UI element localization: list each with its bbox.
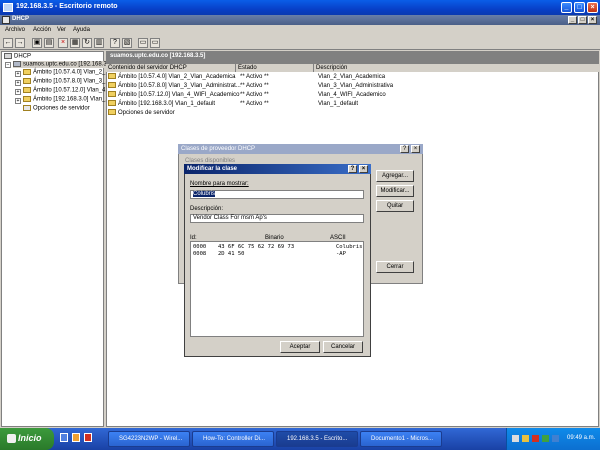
help-icon[interactable]: ?: [348, 165, 357, 173]
options-icon: [23, 105, 31, 111]
maximize-button[interactable]: □: [574, 2, 585, 13]
folder-icon: [108, 82, 116, 88]
system-tray: 09:49 a.m.: [506, 428, 600, 450]
accept-button[interactable]: Aceptar: [280, 341, 320, 353]
dhcp-app-icon: [2, 16, 10, 24]
tree-scope-4[interactable]: Ámbito [192.168.3.0] Vlan_1...: [23, 96, 114, 103]
menu-archivo[interactable]: Archivo: [5, 27, 25, 33]
show-tree-icon[interactable]: ▤: [44, 38, 54, 48]
folder-icon: [23, 96, 31, 102]
task-button[interactable]: SG4223N2WP - Wirel...: [108, 431, 190, 447]
tray-icon[interactable]: [552, 435, 559, 442]
dhcp-root-icon: [4, 53, 12, 59]
export-icon[interactable]: ▥: [94, 38, 104, 48]
help-icon[interactable]: ?: [400, 145, 409, 153]
refresh-icon[interactable]: ↻: [82, 38, 92, 48]
remove-button[interactable]: Quitar: [376, 200, 414, 212]
dhcp-title: DHCP: [12, 16, 30, 22]
dhcp-close-button[interactable]: ×: [588, 16, 597, 24]
minimize-button[interactable]: _: [561, 2, 572, 13]
folder-icon: [108, 100, 116, 106]
ie-icon[interactable]: [60, 433, 68, 442]
close-icon[interactable]: ×: [411, 145, 420, 153]
network-icon[interactable]: [512, 435, 519, 442]
expand-icon[interactable]: +: [15, 98, 21, 104]
description-label: Descripción:: [190, 206, 224, 212]
alert-icon[interactable]: [532, 435, 539, 442]
tree-scope-2[interactable]: Ámbito [10.57.8.0] Vlan_3_...: [23, 78, 110, 85]
dhcp-titlebar: DHCP _ □ ×: [0, 15, 600, 25]
menu-accion[interactable]: Acción: [33, 27, 51, 33]
collapse-icon[interactable]: −: [5, 62, 11, 68]
back-icon[interactable]: ←: [3, 38, 13, 48]
clock: 09:49 a.m.: [567, 435, 596, 441]
modify-button[interactable]: Modificar...: [376, 185, 414, 197]
server-icon[interactable]: ▭: [138, 38, 148, 48]
expand-icon[interactable]: +: [15, 89, 21, 95]
task-button-active[interactable]: 192.168.3.5 - Escrito...: [276, 431, 358, 447]
remote-desktop-title: 192.168.3.5 - Escritorio remoto: [16, 3, 118, 10]
tree-server[interactable]: suamos.uptc.edu.co [192.168.3...: [13, 61, 112, 68]
close-button[interactable]: ×: [587, 2, 598, 13]
folder-icon: [23, 78, 31, 84]
column-header-content[interactable]: Contenido del servidor DHCP: [106, 64, 236, 72]
tree-pane[interactable]: DHCP − suamos.uptc.edu.co [192.168.3... …: [1, 51, 114, 427]
folder-icon: [23, 69, 31, 75]
start-button[interactable]: Inicio: [0, 428, 54, 450]
task-button[interactable]: Documento1 - Micros...: [360, 431, 442, 447]
toolbar: ← → ▣ ▤ × ▦ ↻ ▥ ? ▧ ▭ ▭: [0, 36, 600, 50]
firefox-icon[interactable]: [72, 433, 80, 442]
delete-icon[interactable]: ×: [58, 38, 68, 48]
help-icon[interactable]: ?: [110, 38, 120, 48]
folder-icon: [108, 91, 116, 97]
close-button[interactable]: Cerrar: [376, 261, 414, 273]
dhcp-maximize-button[interactable]: □: [578, 16, 587, 24]
forward-icon[interactable]: →: [15, 38, 25, 48]
tree-server-options[interactable]: Opciones de servidor: [23, 105, 90, 112]
column-header-description[interactable]: Descripción: [314, 64, 599, 72]
remote-desktop-titlebar: 192.168.3.5 - Escritorio remoto _ □ ×: [0, 0, 600, 15]
folder-icon: [23, 87, 31, 93]
options-icon: [108, 109, 116, 115]
modify-class-titlebar: Modificar la clase ? ×: [184, 164, 371, 174]
menu-ver[interactable]: Ver: [57, 27, 66, 33]
name-field[interactable]: Colubris: [190, 190, 364, 199]
windows-logo-icon: [7, 434, 16, 443]
task-button[interactable]: How-To: Controller Di...: [192, 431, 274, 447]
folder-icon: [108, 73, 116, 79]
tree-scope-1[interactable]: Ámbito [10.57.4.0] Vlan_2_...: [23, 69, 110, 76]
hex-editor[interactable]: 0000 43 6F 6C 75 62 72 69 73 Colubris 00…: [190, 241, 364, 337]
server-node-icon: [13, 61, 21, 67]
menu-ayuda[interactable]: Ayuda: [73, 27, 90, 33]
description-field[interactable]: Vendor Class For msm Ap's: [190, 214, 364, 223]
add-server-icon[interactable]: ▧: [122, 38, 132, 48]
vendor-classes-titlebar: Clases de proveedor DHCP ? ×: [178, 144, 423, 154]
expand-icon[interactable]: +: [15, 71, 21, 77]
close-icon[interactable]: ×: [359, 165, 368, 173]
column-headers: Contenido del servidor DHCP Estado Descr…: [106, 64, 599, 72]
expand-icon[interactable]: +: [15, 80, 21, 86]
name-label: Nombre para mostrar:: [190, 181, 249, 187]
cancel-button[interactable]: Cancelar: [323, 341, 363, 353]
tree-scope-3[interactable]: Ámbito [10.57.12.0] Vlan_4...: [23, 87, 110, 94]
remote-desktop-icon: [3, 3, 13, 12]
volume-icon[interactable]: [542, 435, 549, 442]
add-button[interactable]: Agregar...: [376, 170, 414, 182]
dhcp-minimize-button[interactable]: _: [568, 16, 577, 24]
security-icon[interactable]: [522, 435, 529, 442]
tree-root[interactable]: DHCP: [4, 53, 31, 60]
right-pane-header: suamos.uptc.edu.co [192.168.3.5]: [106, 51, 599, 63]
up-folder-icon[interactable]: ▣: [32, 38, 42, 48]
app-icon[interactable]: [84, 433, 92, 442]
properties-icon[interactable]: ▦: [70, 38, 80, 48]
server-alt-icon[interactable]: ▭: [150, 38, 160, 48]
column-header-status[interactable]: Estado: [236, 64, 314, 72]
menu-bar: Archivo Acción Ver Ayuda: [0, 25, 600, 36]
